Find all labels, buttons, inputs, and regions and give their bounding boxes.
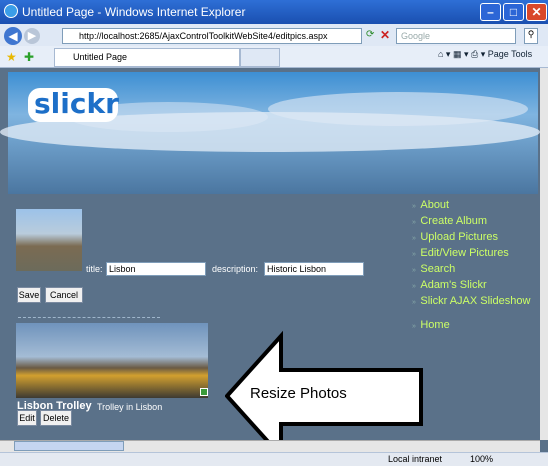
- description-label: description:: [212, 264, 259, 274]
- zone-text: Local intranet: [388, 454, 443, 464]
- page-menu[interactable]: Page: [488, 49, 509, 59]
- photo-image[interactable]: [16, 323, 208, 398]
- window-title: Untitled Page - Windows Internet Explore…: [22, 5, 246, 19]
- refresh-icon[interactable]: ⟳: [366, 29, 378, 43]
- nav-item-slickr-ajax-slideshow[interactable]: » Slickr AJAX Slideshow: [412, 291, 542, 309]
- divider: [18, 317, 160, 318]
- edit-button[interactable]: Edit: [17, 410, 37, 426]
- feeds-icon[interactable]: ▦ ▾: [453, 49, 469, 59]
- nav-item-home[interactable]: » Home: [412, 315, 542, 333]
- photo-badge-icon[interactable]: [200, 388, 208, 396]
- close-button[interactable]: ✕: [526, 3, 547, 21]
- description-input[interactable]: Historic Lisbon: [264, 262, 364, 276]
- command-bar: ⌂ ▾ ▦ ▾ ⎙ ▾ Page Tools: [438, 49, 532, 60]
- cancel-button[interactable]: Cancel: [45, 287, 83, 303]
- delete-button[interactable]: Delete: [40, 410, 72, 426]
- minimize-button[interactable]: –: [480, 3, 501, 21]
- print-icon[interactable]: ⎙ ▾: [471, 49, 485, 59]
- sidebar-nav: » About » Create Album » Upload Pictures…: [412, 195, 542, 333]
- back-button[interactable]: ◀: [4, 27, 22, 45]
- stop-icon[interactable]: ✕: [380, 28, 392, 42]
- url-input[interactable]: http://localhost:2685/AjaxControlToolkit…: [62, 28, 362, 44]
- search-icon[interactable]: ⚲: [524, 28, 538, 44]
- zoom-text[interactable]: 100%: [470, 454, 493, 464]
- add-favorite-icon[interactable]: ✚: [24, 50, 34, 64]
- site-logo[interactable]: slickr: [34, 87, 119, 120]
- search-input[interactable]: Google: [396, 28, 516, 44]
- status-bar: Local intranet 100%: [0, 452, 548, 466]
- forward-button[interactable]: ▶: [24, 28, 40, 44]
- scrollbar-thumb[interactable]: [14, 441, 124, 451]
- callout-text: Resize Photos: [250, 385, 347, 402]
- tools-menu[interactable]: Tools: [511, 49, 532, 59]
- ie-icon: [4, 4, 18, 18]
- title-bar: Untitled Page - Windows Internet Explore…: [0, 0, 548, 24]
- favorites-star-icon[interactable]: ★: [6, 50, 17, 64]
- tab-untitled-page[interactable]: Untitled Page: [54, 48, 240, 67]
- new-tab-button[interactable]: [240, 48, 280, 67]
- album-thumbnail[interactable]: [16, 209, 82, 271]
- photo-description: Trolley in Lisbon: [97, 402, 163, 412]
- title-label: title:: [86, 264, 103, 274]
- maximize-button[interactable]: □: [503, 3, 524, 21]
- save-button[interactable]: Save: [17, 287, 41, 303]
- vertical-scrollbar[interactable]: [540, 68, 548, 440]
- title-input[interactable]: Lisbon: [106, 262, 206, 276]
- home-icon[interactable]: ⌂ ▾: [438, 49, 450, 59]
